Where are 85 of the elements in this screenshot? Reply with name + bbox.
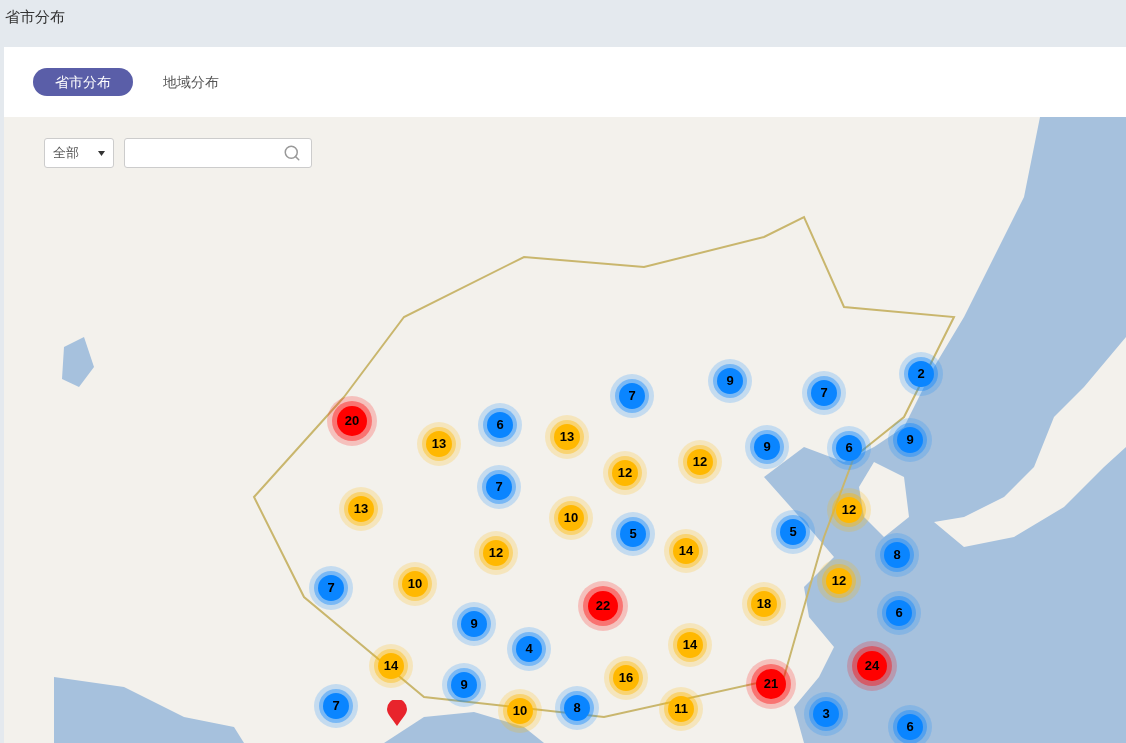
region-select[interactable]: 全部 bbox=[44, 138, 114, 168]
cluster-marker[interactable]: 3 bbox=[804, 692, 848, 736]
cluster-count: 18 bbox=[751, 591, 777, 617]
cluster-marker[interactable]: 2 bbox=[899, 352, 943, 396]
search-field[interactable] bbox=[124, 138, 312, 168]
cluster-count: 4 bbox=[516, 636, 542, 662]
cluster-marker[interactable]: 13 bbox=[417, 422, 461, 466]
search-icon bbox=[283, 144, 301, 162]
lake bbox=[62, 337, 94, 387]
cluster-count: 9 bbox=[461, 611, 487, 637]
cluster-marker[interactable]: 9 bbox=[888, 418, 932, 462]
cluster-marker[interactable]: 12 bbox=[817, 559, 861, 603]
cluster-marker[interactable]: 22 bbox=[578, 581, 628, 631]
cluster-marker[interactable]: 6 bbox=[478, 403, 522, 447]
cluster-count: 7 bbox=[811, 380, 837, 406]
location-pin-icon bbox=[387, 700, 407, 726]
cluster-count: 21 bbox=[756, 669, 786, 699]
cluster-marker[interactable]: 6 bbox=[888, 705, 932, 743]
cluster-marker[interactable]: 4 bbox=[507, 627, 551, 671]
cluster-count: 16 bbox=[613, 665, 639, 691]
cluster-count: 20 bbox=[337, 406, 367, 436]
cluster-marker[interactable]: 7 bbox=[610, 374, 654, 418]
cluster-marker[interactable]: 5 bbox=[611, 512, 655, 556]
cluster-marker[interactable]: 6 bbox=[827, 426, 871, 470]
cluster-count: 14 bbox=[677, 632, 703, 658]
cluster-marker[interactable]: 16 bbox=[604, 656, 648, 700]
cluster-count: 7 bbox=[619, 383, 645, 409]
cluster-marker[interactable]: 7 bbox=[802, 371, 846, 415]
cluster-count: 10 bbox=[507, 698, 533, 724]
cluster-marker[interactable]: 18 bbox=[742, 582, 786, 626]
cluster-count: 13 bbox=[426, 431, 452, 457]
cluster-marker[interactable]: 24 bbox=[847, 641, 897, 691]
cluster-marker[interactable]: 10 bbox=[393, 562, 437, 606]
cluster-marker[interactable]: 8 bbox=[875, 533, 919, 577]
cluster-count: 12 bbox=[612, 460, 638, 486]
cluster-count: 2 bbox=[908, 361, 934, 387]
cluster-count: 10 bbox=[558, 505, 584, 531]
cluster-marker[interactable]: 9 bbox=[708, 359, 752, 403]
cluster-marker[interactable]: 11 bbox=[659, 687, 703, 731]
cluster-count: 14 bbox=[673, 538, 699, 564]
cluster-count: 9 bbox=[754, 434, 780, 460]
cluster-count: 8 bbox=[564, 695, 590, 721]
cluster-count: 6 bbox=[487, 412, 513, 438]
cluster-marker[interactable]: 12 bbox=[474, 531, 518, 575]
cluster-count: 9 bbox=[717, 368, 743, 394]
tab[interactable]: 地域分布 bbox=[151, 68, 231, 96]
cluster-marker[interactable]: 13 bbox=[339, 487, 383, 531]
cluster-count: 7 bbox=[486, 474, 512, 500]
cluster-count: 6 bbox=[836, 435, 862, 461]
cluster-marker[interactable]: 21 bbox=[746, 659, 796, 709]
cluster-marker[interactable]: 9 bbox=[745, 425, 789, 469]
cluster-count: 7 bbox=[323, 693, 349, 719]
cluster-marker[interactable]: 9 bbox=[452, 602, 496, 646]
cluster-marker[interactable]: 8 bbox=[555, 686, 599, 730]
cluster-count: 5 bbox=[620, 521, 646, 547]
tab[interactable]: 省市分布 bbox=[33, 68, 133, 96]
cluster-marker[interactable]: 7 bbox=[314, 684, 358, 728]
cluster-count: 7 bbox=[318, 575, 344, 601]
cluster-marker[interactable]: 7 bbox=[477, 465, 521, 509]
cluster-marker[interactable]: 13 bbox=[545, 415, 589, 459]
cluster-marker[interactable]: 5 bbox=[771, 510, 815, 554]
cluster-marker[interactable]: 6 bbox=[877, 591, 921, 635]
cluster-count: 12 bbox=[687, 449, 713, 475]
cluster-count: 11 bbox=[668, 696, 694, 722]
cluster-count: 5 bbox=[780, 519, 806, 545]
cluster-marker[interactable]: 12 bbox=[827, 488, 871, 532]
cluster-count: 22 bbox=[588, 591, 618, 621]
cluster-count: 9 bbox=[451, 672, 477, 698]
cluster-count: 13 bbox=[554, 424, 580, 450]
cluster-count: 13 bbox=[348, 496, 374, 522]
cluster-marker[interactable]: 20 bbox=[327, 396, 377, 446]
cluster-marker[interactable]: 7 bbox=[309, 566, 353, 610]
cluster-marker[interactable]: 10 bbox=[498, 689, 542, 733]
cluster-marker[interactable]: 12 bbox=[678, 440, 722, 484]
cluster-marker[interactable]: 14 bbox=[369, 644, 413, 688]
cluster-count: 12 bbox=[483, 540, 509, 566]
cluster-count: 14 bbox=[378, 653, 404, 679]
cluster-marker[interactable]: 14 bbox=[664, 529, 708, 573]
cluster-marker[interactable]: 10 bbox=[549, 496, 593, 540]
page-title: 省市分布 bbox=[5, 8, 65, 25]
cluster-marker[interactable]: 9 bbox=[442, 663, 486, 707]
cluster-marker[interactable]: 14 bbox=[668, 623, 712, 667]
caret-icon bbox=[98, 150, 105, 156]
cluster-marker[interactable]: 12 bbox=[603, 451, 647, 495]
cluster-count: 10 bbox=[402, 571, 428, 597]
